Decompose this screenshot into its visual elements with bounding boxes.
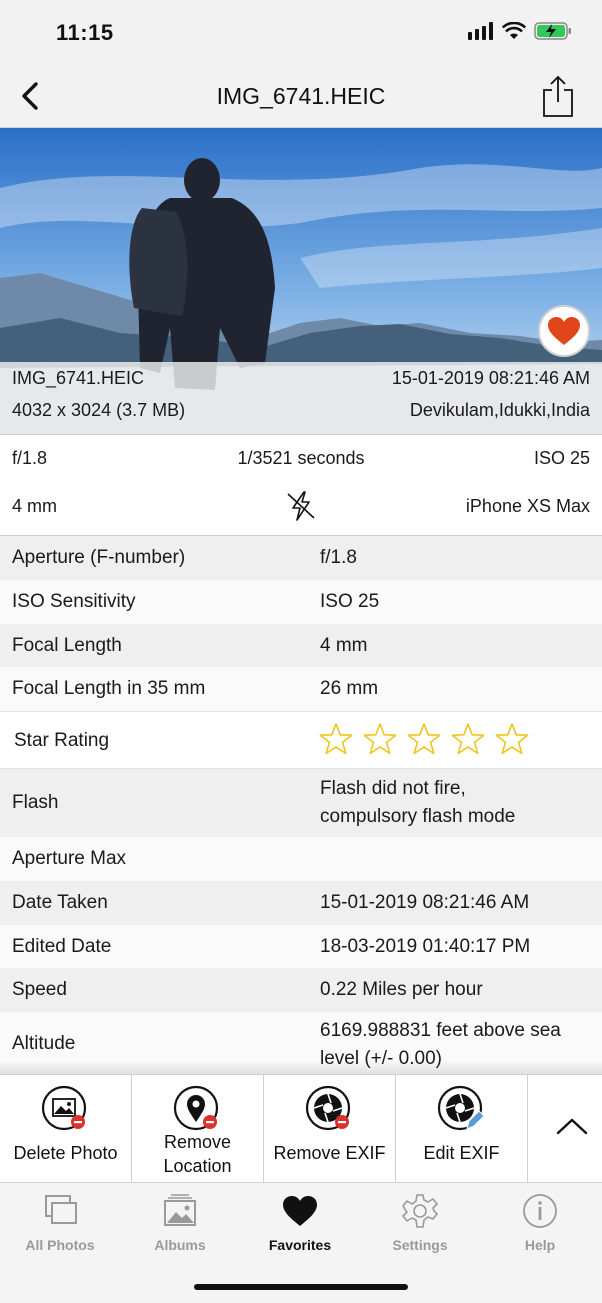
star-icon[interactable] [318,722,354,756]
detail-label: Speed [12,979,67,1000]
detail-label: Date Taken [12,892,108,913]
photo-info-overlay: IMG_6741.HEIC 15-01-2019 08:21:46 AM 403… [0,362,602,434]
detail-row-focal-length-35mm: Focal Length in 35 mm 26 mm [0,667,602,711]
status-bar: 11:15 [0,0,602,64]
share-button[interactable] [540,74,576,118]
star-rating-control[interactable] [318,722,530,756]
detail-row-speed: Speed 0.22 Miles per hour [0,968,602,1012]
tab-label: Albums [154,1237,206,1253]
gear-icon [402,1194,438,1228]
edit-exif-label: Edit EXIF [423,1143,500,1163]
detail-row-edited-date: Edited Date 18-03-2019 01:40:17 PM [0,925,602,968]
detail-row-aperture-max: Aperture Max [0,837,602,881]
remove-location-label-line1: Remove [163,1132,232,1152]
summary-camera-model: iPhone XS Max [465,496,590,516]
action-toolbar: Delete Photo Remove Location Remove EXIF [0,1074,602,1183]
detail-label: Focal Length in 35 mm [12,678,206,699]
detail-label: Aperture (F-number) [12,547,186,568]
expand-toolbar-button[interactable] [528,1075,602,1183]
remove-exif-label: Remove EXIF [273,1143,386,1163]
remove-location-icon [173,1085,218,1131]
star-icon[interactable] [450,722,486,756]
detail-label: Altitude [12,1033,76,1054]
detail-label: Flash [12,792,59,813]
tab-help[interactable]: Help [480,1191,600,1259]
detail-value: 26 mm [320,678,379,699]
detail-label: Star Rating [14,730,110,751]
star-icon[interactable] [494,722,530,756]
detail-value: f/1.8 [320,547,357,568]
share-icon [543,75,573,117]
favorite-button[interactable] [538,305,590,357]
summary-iso: ISO 25 [533,448,590,468]
detail-value: ISO 25 [320,591,380,612]
albums-icon [164,1194,196,1226]
tab-all-photos[interactable]: All Photos [0,1191,120,1259]
tab-label: Favorites [268,1237,332,1253]
tab-favorites[interactable]: Favorites [240,1191,360,1259]
navigation-bar: IMG_6741.HEIC [0,64,602,128]
page-title: IMG_6741.HEIC [216,83,386,109]
battery-charging-icon [534,22,571,40]
photo-location: Devikulam,Idukki,India [409,400,590,420]
detail-row-aperture: Aperture (F-number) f/1.8 [0,536,602,580]
remove-exif-button[interactable]: Remove EXIF [264,1075,396,1183]
remove-location-button[interactable]: Remove Location [132,1075,264,1183]
star-icon[interactable] [362,722,398,756]
detail-value-line1: 6169.988831 feet above sea [320,1020,561,1041]
detail-value: 15-01-2019 08:21:46 AM [320,892,530,913]
tab-albums[interactable]: Albums [120,1191,240,1259]
exif-summary: f/1.8 1/3521 seconds ISO 25 4 mm iPhone … [0,434,602,536]
delete-photo-icon [41,1085,86,1131]
detail-row-focal-length: Focal Length 4 mm [0,624,602,667]
exif-details-list: Aperture (F-number) f/1.8 ISO Sensitivit… [0,536,602,1082]
detail-value-line1: Flash did not fire, [320,778,466,799]
wifi-icon [502,22,526,39]
detail-value: 4 mm [320,635,368,656]
detail-value-line2: compulsory flash mode [320,806,516,827]
detail-label: Aperture Max [12,848,127,869]
heart-icon [548,317,580,345]
tab-settings[interactable]: Settings [360,1191,480,1259]
flash-off-icon [287,491,315,521]
tab-label: Help [524,1237,556,1253]
delete-photo-button[interactable]: Delete Photo [0,1075,132,1183]
summary-shutter: 1/3521 seconds [237,448,365,468]
toolbar-shadow [0,1060,602,1074]
photos-stack-icon [45,1195,77,1224]
photo-dimensions: 4032 x 3024 (3.7 MB) [12,400,186,420]
detail-value: 0.22 Miles per hour [320,979,483,1000]
tab-label: All Photos [25,1237,95,1253]
detail-row-iso: ISO Sensitivity ISO 25 [0,580,602,624]
detail-row-flash: Flash Flash did not fire, compulsory fla… [0,769,602,837]
remove-exif-icon [305,1085,350,1131]
signal-icon [468,22,493,40]
photo-date-time: 15-01-2019 08:21:46 AM [391,368,590,388]
chevron-up-icon [556,1118,588,1135]
remove-location-label-line2: Location [163,1156,232,1176]
photo-file-name: IMG_6741.HEIC [12,368,145,388]
home-indicator [194,1284,408,1290]
status-time: 11:15 [56,20,114,45]
edit-exif-icon [437,1085,485,1131]
detail-label: Focal Length [12,635,122,656]
heart-icon [283,1196,317,1226]
tab-label: Settings [392,1237,448,1253]
detail-label: ISO Sensitivity [12,591,136,612]
detail-row-star-rating: Star Rating [0,711,602,769]
detail-label: Edited Date [12,936,112,957]
star-icon[interactable] [406,722,442,756]
status-icons [468,22,572,40]
detail-value: 18-03-2019 01:40:17 PM [320,936,531,957]
info-icon [523,1194,557,1228]
summary-focal-length: 4 mm [12,496,57,516]
edit-exif-button[interactable]: Edit EXIF [396,1075,528,1183]
detail-row-date-taken: Date Taken 15-01-2019 08:21:46 AM [0,881,602,925]
delete-photo-label: Delete Photo [13,1143,118,1163]
